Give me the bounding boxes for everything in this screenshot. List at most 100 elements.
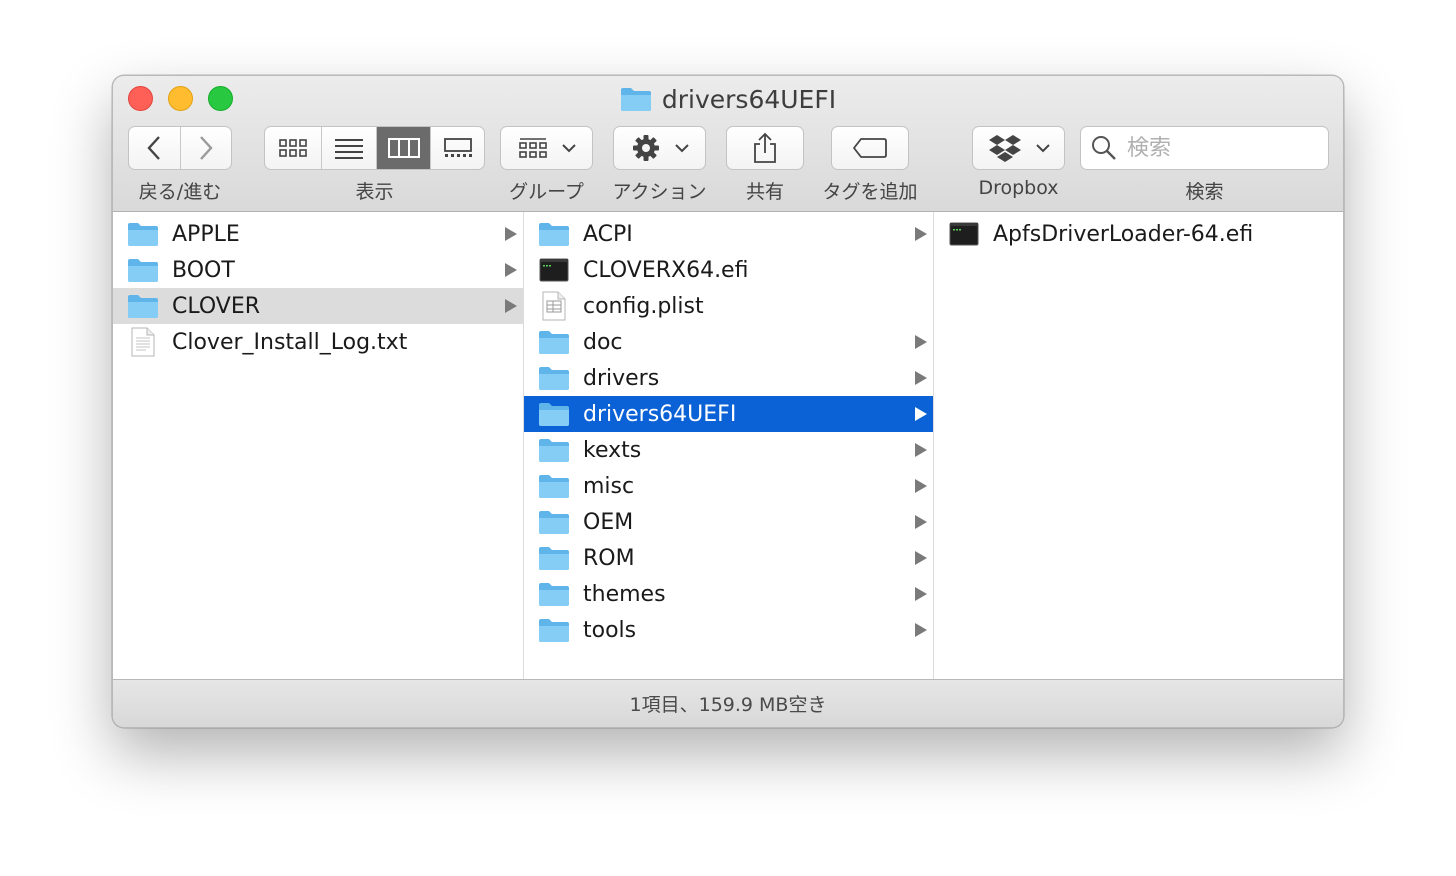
file-item[interactable]: CLOVERX64.efi	[524, 252, 933, 288]
status-bar: 1項目、159.9 MB空き	[113, 679, 1343, 727]
disclosure-arrow-icon	[915, 371, 927, 385]
disclosure-arrow-icon	[505, 263, 517, 277]
folder-item[interactable]: ROM	[524, 540, 933, 576]
item-name: ROM	[583, 545, 635, 571]
folder-icon	[538, 363, 570, 393]
icon-view-icon	[279, 139, 307, 157]
search-field[interactable]	[1080, 126, 1329, 170]
list-view-button[interactable]	[321, 127, 376, 169]
column-view-icon	[387, 138, 420, 158]
group-label: グループ	[509, 181, 584, 203]
disclosure-arrow-icon	[915, 587, 927, 601]
gallery-view-button[interactable]	[430, 127, 484, 169]
disclosure-arrow-icon	[915, 515, 927, 529]
chevron-down-icon	[674, 144, 689, 153]
folder-item[interactable]: doc	[524, 324, 933, 360]
search-label: 検索	[1185, 181, 1224, 203]
folder-item[interactable]: APPLE	[113, 216, 523, 252]
tag-label: タグを追加	[822, 181, 918, 203]
folder-item[interactable]: ACPI	[524, 216, 933, 252]
chevron-left-icon	[147, 136, 161, 160]
file-item[interactable]: ApfsDriverLoader-64.efi	[934, 216, 1343, 252]
folder-icon	[538, 543, 570, 573]
nav-label: 戻る/進む	[138, 181, 222, 203]
column-2: ACPI CLOVERX64.efi config.plist doc drivers d…	[524, 212, 934, 681]
file-item[interactable]: Clover_Install_Log.txt	[113, 324, 523, 360]
folder-icon	[620, 86, 652, 112]
folder-icon	[538, 399, 570, 429]
item-name: config.plist	[583, 293, 704, 319]
gear-icon	[632, 135, 659, 161]
group-button[interactable]	[500, 126, 593, 170]
view-label: 表示	[355, 181, 394, 203]
disclosure-arrow-icon	[915, 479, 927, 493]
disclosure-arrow-icon	[505, 227, 517, 241]
forward-button[interactable]	[179, 127, 231, 169]
share-icon	[754, 132, 776, 163]
item-name: kexts	[583, 437, 642, 463]
folder-icon	[538, 435, 570, 465]
column-view-button[interactable]	[376, 127, 430, 169]
folder-item[interactable]: BOOT	[113, 252, 523, 288]
search-input[interactable]	[1125, 134, 1319, 162]
item-name: OEM	[583, 509, 634, 535]
dropbox-button[interactable]	[972, 126, 1065, 170]
folder-icon	[538, 579, 570, 609]
tag-icon	[853, 138, 887, 158]
folder-item[interactable]: drivers	[524, 360, 933, 396]
file-item[interactable]: config.plist	[524, 288, 933, 324]
back-button[interactable]	[129, 127, 180, 169]
item-name: drivers	[583, 365, 660, 391]
item-name: drivers64UEFI	[583, 401, 737, 427]
folder-icon	[538, 615, 570, 645]
disclosure-arrow-icon	[915, 335, 927, 349]
column-browser: APPLE BOOT CLOVER Clover_Install_Log.txt AC…	[113, 212, 1343, 681]
disclosure-arrow-icon	[915, 551, 927, 565]
chevron-right-icon	[200, 136, 213, 160]
window-title: drivers64UEFI	[113, 84, 1343, 114]
item-name: tools	[583, 617, 637, 643]
item-name: themes	[583, 581, 666, 607]
disclosure-arrow-icon	[915, 443, 927, 457]
item-name: Clover_Install_Log.txt	[172, 329, 408, 355]
dropbox-icon	[988, 135, 1021, 162]
plist-file-icon	[538, 291, 570, 321]
icon-view-button[interactable]	[265, 127, 321, 169]
text-file-icon	[127, 327, 159, 357]
folder-icon	[538, 471, 570, 501]
folder-item[interactable]: tools	[524, 612, 933, 648]
finder-window: drivers64UEFI 戻る/進む 表示 グループ アクション 共有 タグを…	[112, 75, 1344, 728]
item-name: CLOVER	[172, 293, 260, 319]
folder-item[interactable]: kexts	[524, 432, 933, 468]
folder-item[interactable]: OEM	[524, 504, 933, 540]
column-1: APPLE BOOT CLOVER Clover_Install_Log.txt	[113, 212, 524, 681]
folder-item[interactable]: drivers64UEFI	[524, 396, 933, 432]
action-label: アクション	[612, 181, 707, 203]
disclosure-arrow-icon	[505, 299, 517, 313]
executable-file-icon	[948, 219, 980, 249]
folder-item[interactable]: misc	[524, 468, 933, 504]
folder-item[interactable]: CLOVER	[113, 288, 523, 324]
folder-icon	[127, 291, 159, 321]
column-3: ApfsDriverLoader-64.efi	[934, 212, 1343, 681]
item-name: CLOVERX64.efi	[583, 257, 749, 283]
gallery-view-icon	[443, 138, 472, 157]
item-name: APPLE	[172, 221, 240, 247]
item-name: misc	[583, 473, 635, 499]
search-icon	[1092, 136, 1116, 160]
share-button[interactable]	[726, 126, 804, 170]
share-label: 共有	[745, 181, 784, 203]
disclosure-arrow-icon	[915, 227, 927, 241]
folder-item[interactable]: themes	[524, 576, 933, 612]
add-tag-button[interactable]	[831, 126, 909, 170]
executable-file-icon	[538, 255, 570, 285]
action-button[interactable]	[613, 126, 706, 170]
chevron-down-icon	[561, 144, 576, 153]
item-name: ApfsDriverLoader-64.efi	[993, 221, 1254, 247]
status-text: 1項目、159.9 MB空き	[629, 694, 827, 716]
group-icon	[518, 138, 547, 158]
dropbox-label: Dropbox	[978, 177, 1059, 199]
folder-icon	[538, 507, 570, 537]
toolbar-area: drivers64UEFI 戻る/進む 表示 グループ アクション 共有 タグを…	[113, 76, 1343, 212]
chevron-down-icon	[1035, 144, 1050, 153]
